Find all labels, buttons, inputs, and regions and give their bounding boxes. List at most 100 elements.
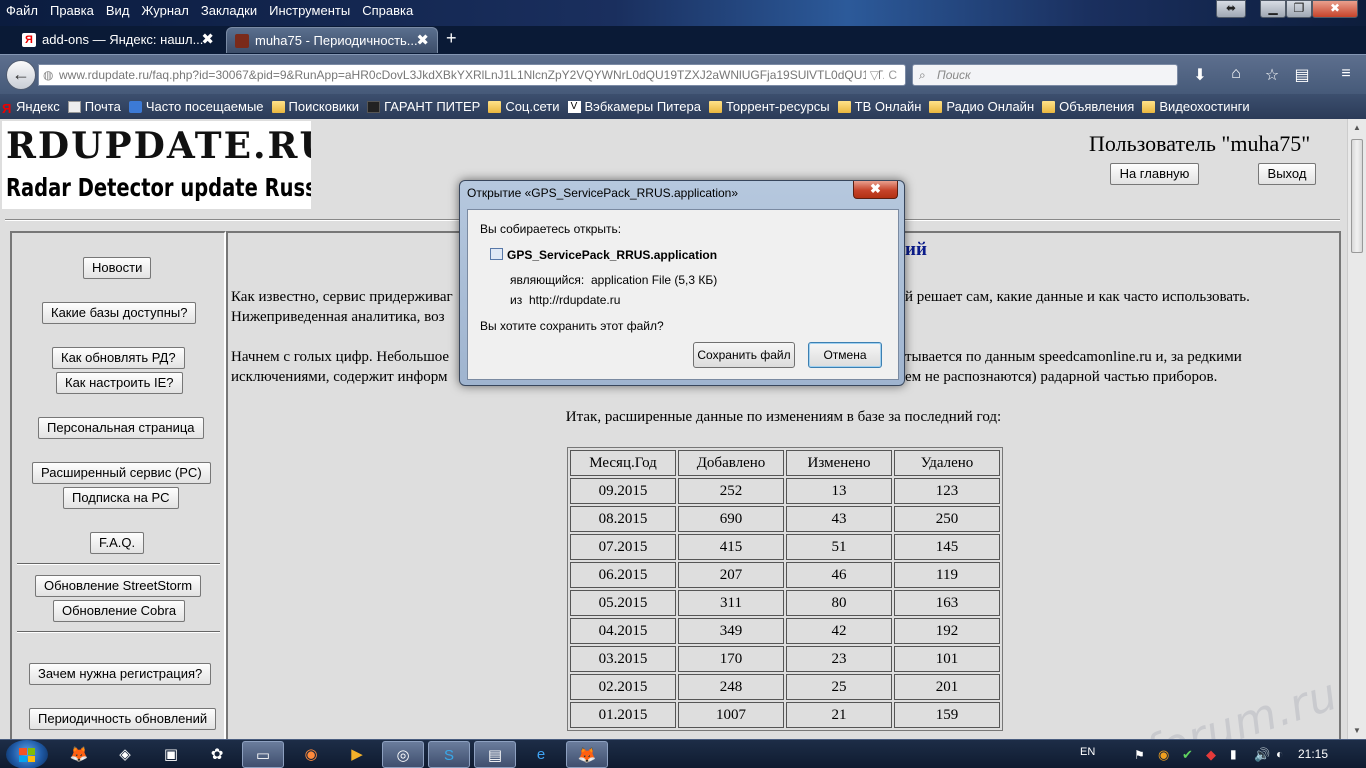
menu-tools[interactable]: Инструменты xyxy=(263,0,356,22)
tray-flag-icon[interactable]: ⚑ xyxy=(1134,748,1145,762)
bookmarks-list-icon[interactable]: ▤ xyxy=(1291,65,1313,85)
table-cell: 201 xyxy=(894,674,1000,700)
taskbar-opera-icon[interactable]: ◉ xyxy=(290,741,332,768)
sidebar-item-setup-ie[interactable]: Как настроить IE? xyxy=(56,372,183,394)
tab-yandex[interactable]: Я add-ons — Яндекс: нашл... ✖ xyxy=(14,27,222,53)
taskbar-app-icon[interactable]: ✿ xyxy=(196,741,238,768)
tray-lang-icon[interactable]: ◐ xyxy=(1276,747,1283,761)
bookmark-video[interactable]: Видеохостинги xyxy=(1142,99,1250,114)
menu-icon[interactable]: ≡ xyxy=(1335,65,1357,83)
sidebar-item-how-update[interactable]: Как обновлять РД? xyxy=(52,347,185,369)
logout-button[interactable]: Выход xyxy=(1258,163,1316,185)
sidebar-item-faq[interactable]: F.A.Q. xyxy=(90,532,145,554)
menu-edit[interactable]: Правка xyxy=(44,0,100,22)
user-greeting: Пользователь "muha75" xyxy=(1089,131,1311,156)
taskbar-ie-icon[interactable]: e xyxy=(520,741,562,768)
download-icon[interactable]: ⬇ xyxy=(1189,65,1211,85)
dialog-close-button[interactable]: ✖ xyxy=(853,181,898,199)
bookmark-webcams[interactable]: V Вэбкамеры Питера xyxy=(567,99,701,114)
close-icon[interactable]: ✖ xyxy=(416,28,429,53)
file-name: GPS_ServicePack_RRUS.application xyxy=(507,248,718,262)
menu-view[interactable]: Вид xyxy=(100,0,136,22)
start-button[interactable] xyxy=(6,740,48,768)
reload-icon[interactable]: C xyxy=(884,65,901,85)
dropdown-icon[interactable]: ▽ xyxy=(865,65,879,85)
save-file-button[interactable]: Сохранить файл xyxy=(693,342,795,368)
scroll-thumb[interactable] xyxy=(1351,139,1363,253)
menu-history[interactable]: Журнал xyxy=(135,0,194,22)
home-button[interactable]: На главную xyxy=(1110,163,1199,185)
sidebar-item-update-frequency[interactable]: Периодичность обновлений xyxy=(29,708,217,730)
menu-file[interactable]: Файл xyxy=(0,0,44,22)
tray-check-icon[interactable]: ✔ xyxy=(1182,747,1193,763)
bookmark-mail[interactable]: Почта xyxy=(67,99,121,114)
taskbar-network-icon[interactable]: ▣ xyxy=(150,741,192,768)
cancel-button[interactable]: Отмена xyxy=(808,342,882,368)
taskbar-chrome-icon[interactable]: ◎ xyxy=(382,741,424,768)
tray-network-icon[interactable]: ▮ xyxy=(1230,747,1237,761)
table-caption: Итак, расширенные данные по изменениям в… xyxy=(565,409,1002,425)
bookmark-torrents[interactable]: Торрент-ресурсы xyxy=(708,99,830,114)
table-cell: 13 xyxy=(786,478,892,504)
tray-security-icon[interactable]: ◆ xyxy=(1206,747,1216,763)
sidebar-item-streetstorm[interactable]: Обновление StreetStorm xyxy=(35,575,202,597)
scroll-down-icon[interactable]: ▼ xyxy=(1348,722,1366,739)
bookmark-garant[interactable]: ГАРАНТ ПИТЕР xyxy=(367,99,480,114)
taskbar-media-player-icon[interactable]: ▶ xyxy=(336,741,378,768)
tab-rdupdate[interactable]: muha75 - Периодичность... ✖ xyxy=(226,27,438,53)
url-text: www.rdupdate.ru/faq.php?id=30067&pid=9&R… xyxy=(59,68,891,82)
taskbar-explorer-icon[interactable]: ▭ xyxy=(242,741,284,768)
site-logo[interactable]: RDUPDATE.RU Radar Detector update Russia… xyxy=(2,121,311,209)
menu-bar: Файл Правка Вид Журнал Закладки Инструме… xyxy=(0,0,419,22)
menu-help[interactable]: Справка xyxy=(356,0,419,22)
sidebar-item-personal-page[interactable]: Персональная страница xyxy=(38,417,204,439)
table-cell: 163 xyxy=(894,590,1000,616)
menu-bookmarks[interactable]: Закладки xyxy=(195,0,263,22)
sidebar-item-news[interactable]: Новости xyxy=(83,257,152,279)
garant-icon xyxy=(367,100,381,113)
sidebar-item-why-register[interactable]: Зачем нужна регистрация? xyxy=(29,663,212,685)
maximize-button[interactable]: ❐ xyxy=(1286,0,1312,18)
url-bar[interactable]: ◍ www.rdupdate.ru/faq.php?id=30067&pid=9… xyxy=(38,64,906,86)
sidebar-item-databases[interactable]: Какие базы доступны? xyxy=(42,302,197,324)
table-cell: 04.2015 xyxy=(570,618,676,644)
star-icon[interactable]: ☆ xyxy=(1261,65,1283,85)
scroll-up-icon[interactable]: ▲ xyxy=(1348,119,1366,136)
table-cell: 08.2015 xyxy=(570,506,676,532)
minimize-button[interactable]: ▁ xyxy=(1260,0,1286,18)
new-tab-button[interactable]: + xyxy=(446,28,457,49)
system-clock[interactable]: 21:15 xyxy=(1298,747,1328,761)
search-input[interactable]: ⌕ Поиск xyxy=(912,64,1178,86)
tray-volume-icon[interactable]: 🔊 xyxy=(1254,747,1270,763)
page-scrollbar[interactable]: ▲ ▼ xyxy=(1347,119,1366,739)
bookmark-most-visited[interactable]: Часто посещаемые xyxy=(128,99,264,114)
taskbar-firefox-icon[interactable]: 🦊 xyxy=(58,741,100,768)
bookmark-radio[interactable]: Радио Онлайн xyxy=(929,99,1034,114)
bookmark-search-engines[interactable]: Поисковики xyxy=(271,99,359,114)
column-header: Месяц.Год xyxy=(570,450,676,476)
table-row: 04.2015 349 42 192 xyxy=(570,618,1000,644)
sidebar-item-extended-service[interactable]: Расширенный сервис (PC) xyxy=(32,462,211,484)
bookmark-yandex[interactable]: Я Яндекс xyxy=(2,99,60,116)
bookmark-label: ГАРАНТ ПИТЕР xyxy=(384,99,481,114)
close-icon[interactable]: ✖ xyxy=(201,27,214,52)
sidebar-item-subscription[interactable]: Подписка на PC xyxy=(63,487,179,509)
taskbar-skype-icon[interactable]: ◈ xyxy=(104,741,146,768)
taskbar-skype-app-icon[interactable]: S xyxy=(428,741,470,768)
bookmark-social[interactable]: Соц.сети xyxy=(488,99,560,114)
table-cell: 207 xyxy=(678,562,784,588)
resize-icon[interactable]: ⬌ xyxy=(1216,0,1246,18)
taskbar-firefox-active-icon[interactable]: 🦊 xyxy=(566,741,608,768)
close-window-button[interactable]: ✖ xyxy=(1312,0,1358,18)
taskbar-computer-icon[interactable]: ▤ xyxy=(474,741,516,768)
bookmark-ads[interactable]: Объявления xyxy=(1042,99,1134,114)
table-cell: 01.2015 xyxy=(570,702,676,728)
back-button[interactable]: ← xyxy=(6,60,36,90)
table-cell: 101 xyxy=(894,646,1000,672)
sidebar-item-cobra[interactable]: Обновление Cobra xyxy=(53,600,186,622)
table-cell: 09.2015 xyxy=(570,478,676,504)
home-icon[interactable]: ⌂ xyxy=(1225,65,1247,83)
bookmark-tv[interactable]: ТВ Онлайн xyxy=(837,99,921,114)
tray-app-icon[interactable]: ◉ xyxy=(1158,747,1169,763)
language-indicator[interactable]: EN xyxy=(1080,746,1095,758)
